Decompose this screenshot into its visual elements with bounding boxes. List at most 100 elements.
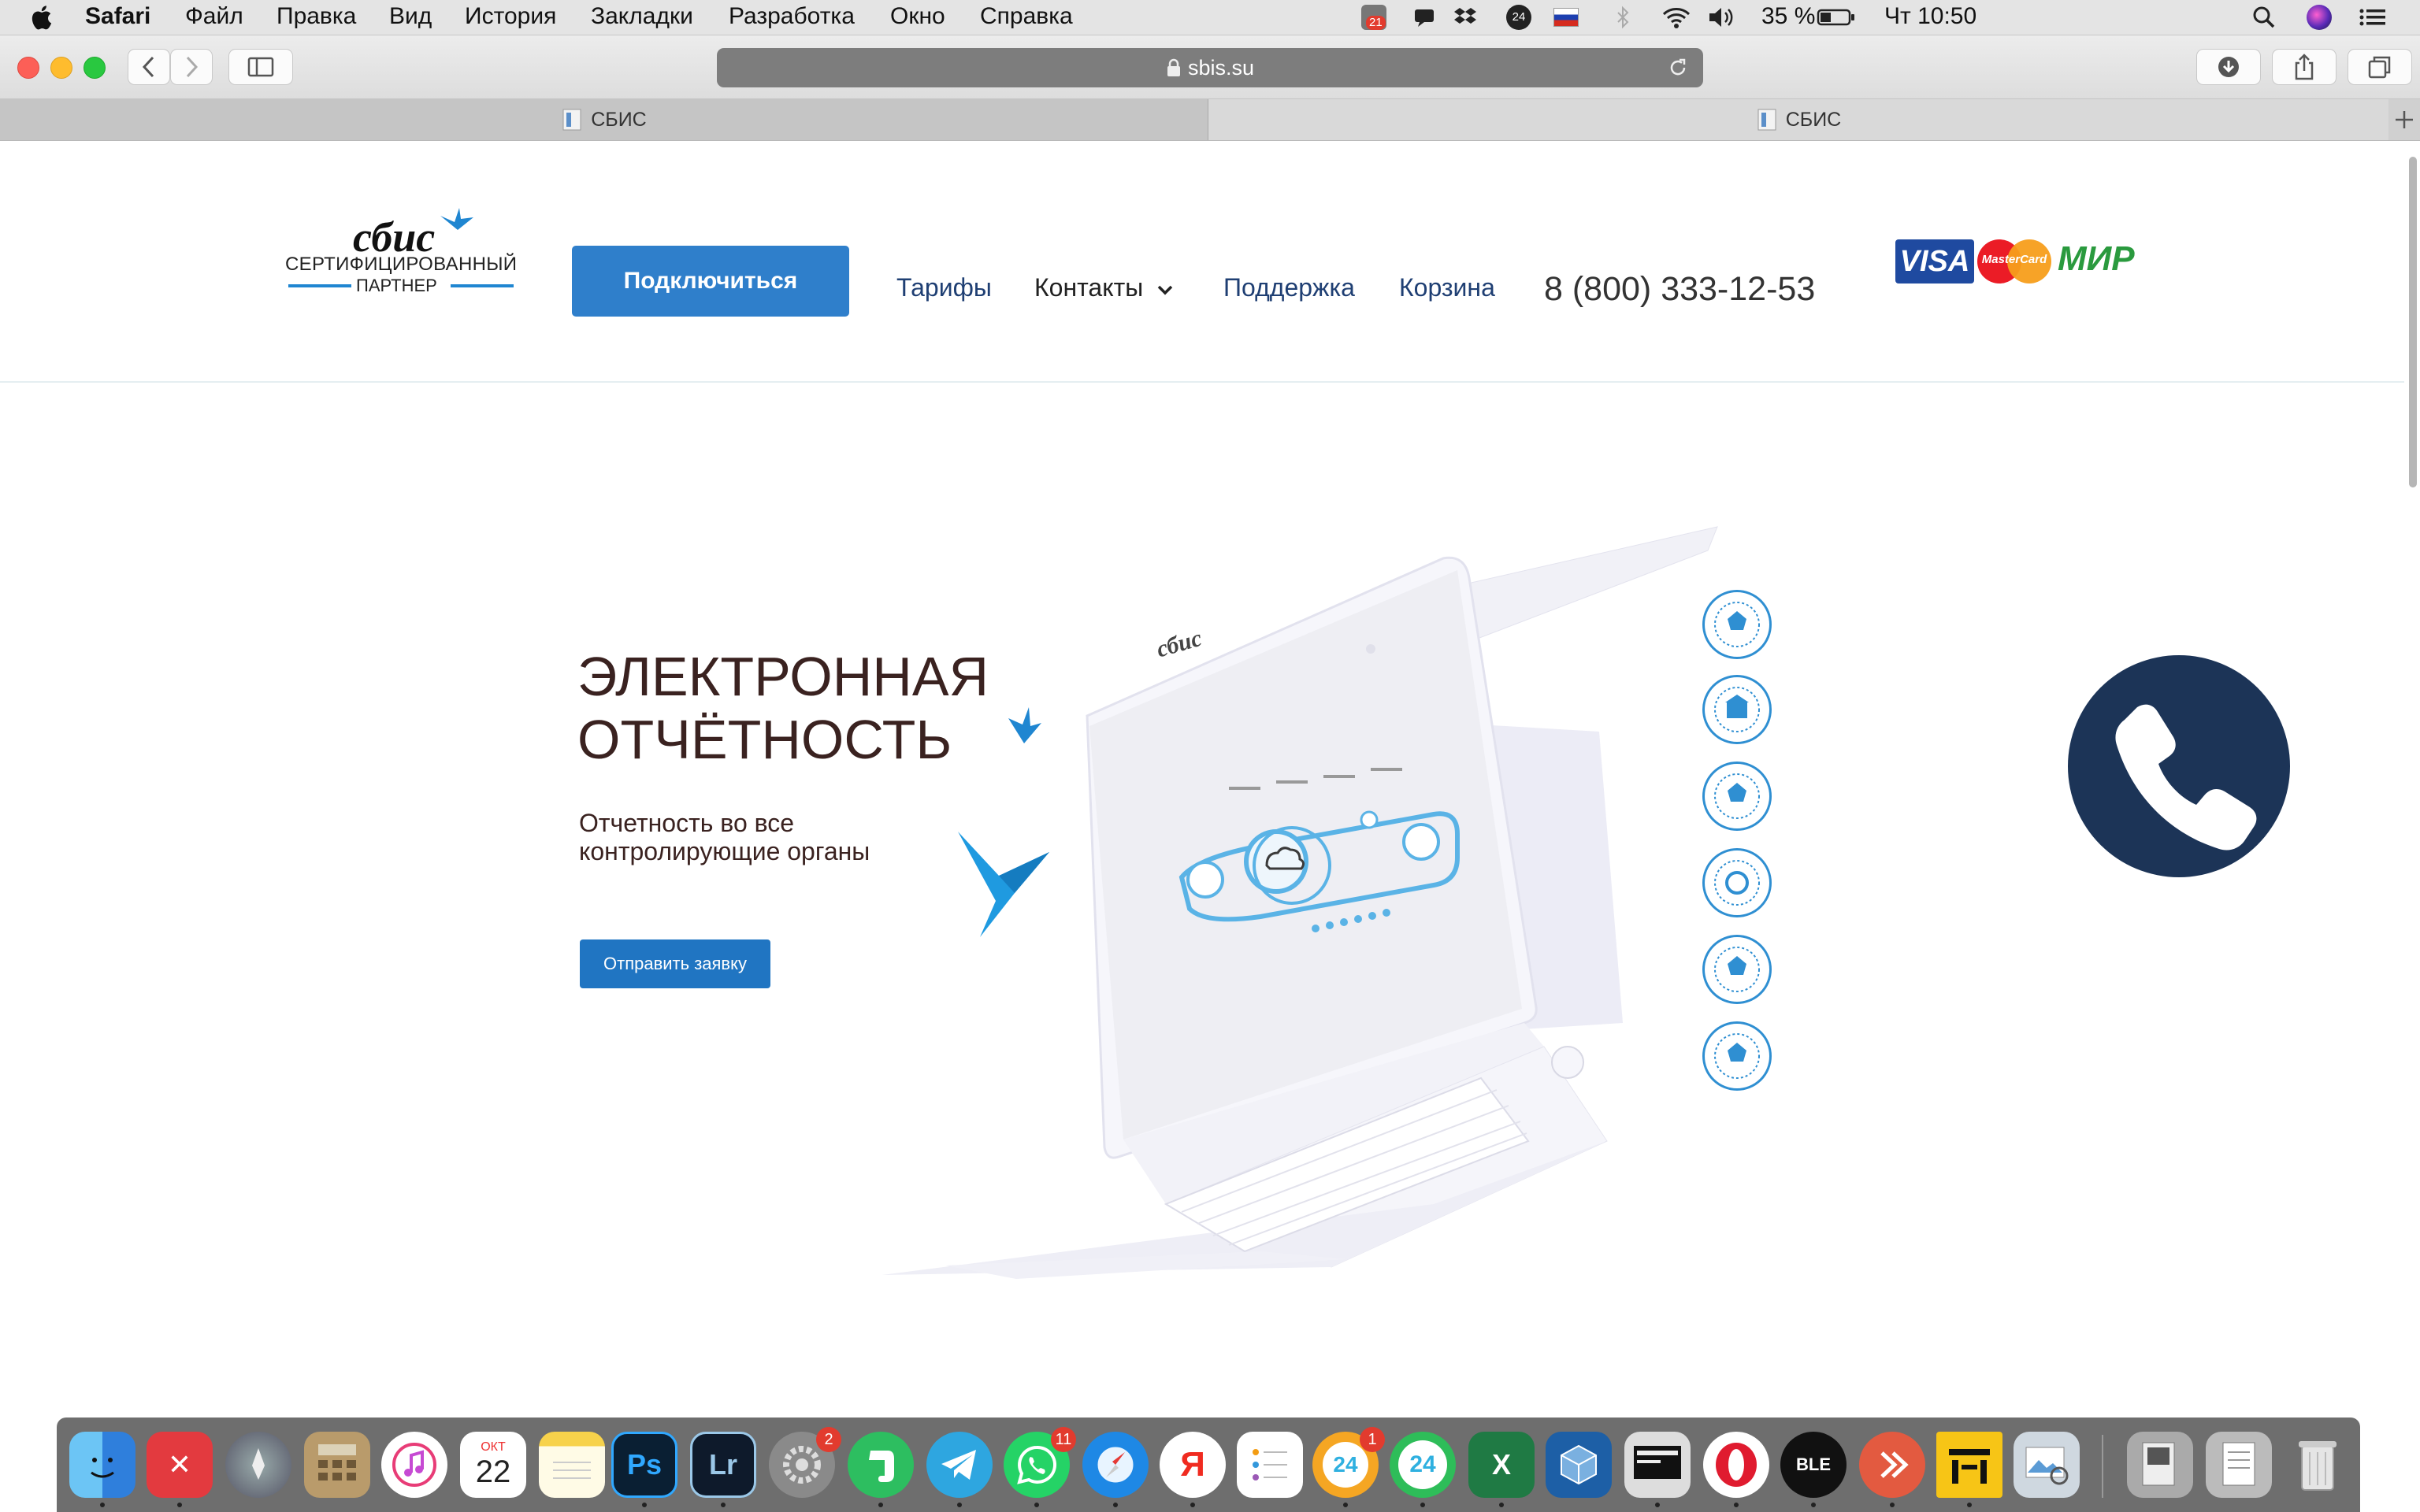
new-tab-button[interactable] xyxy=(2388,99,2420,140)
photoshop-icon[interactable]: Ps xyxy=(611,1432,677,1498)
battery-percent[interactable]: 35 % xyxy=(1761,0,1815,35)
notification-center-icon[interactable] xyxy=(2357,5,2388,30)
calendar-icon[interactable]: ОКТ 22 xyxy=(460,1432,526,1498)
tab-overview-button[interactable] xyxy=(2348,49,2412,85)
calendar-month: ОКТ xyxy=(481,1440,506,1454)
tab-bar: СБИС СБИС xyxy=(0,99,2420,141)
opera-icon[interactable] xyxy=(1703,1432,1769,1498)
back-button[interactable] xyxy=(128,49,170,85)
evernote-icon[interactable] xyxy=(848,1432,914,1498)
minimize-window-button[interactable] xyxy=(50,57,72,79)
notes-icon[interactable] xyxy=(539,1432,605,1498)
clock[interactable]: Чт 10:50 xyxy=(1884,0,1976,35)
nav-contacts[interactable]: Контакты xyxy=(1034,273,1174,302)
tab-sbis-2[interactable]: СБИС xyxy=(1208,99,2388,140)
menu-help[interactable]: Справка xyxy=(980,0,1073,35)
bird-logo-icon xyxy=(440,208,473,230)
nav-cart[interactable]: Корзина xyxy=(1399,273,1495,302)
running-indicator xyxy=(957,1503,962,1507)
battery-icon[interactable] xyxy=(1817,5,1856,30)
lightroom-icon[interactable]: Lr xyxy=(690,1432,756,1498)
callback-button[interactable] xyxy=(2068,655,2290,877)
notification-app-icon[interactable]: 21 xyxy=(1361,5,1386,30)
bluetooth-icon[interactable] xyxy=(1610,5,1635,30)
alcohol-regulation-seal-icon xyxy=(1702,935,1772,1004)
consumer-protection-seal-icon xyxy=(1702,1021,1772,1091)
screenshot-app-icon[interactable] xyxy=(1624,1432,1691,1498)
menu-history[interactable]: История xyxy=(465,0,556,35)
zoom-window-button[interactable] xyxy=(84,57,106,79)
safari-icon[interactable] xyxy=(1082,1432,1149,1498)
whatsapp-icon[interactable]: 11 xyxy=(1004,1427,1076,1498)
plus-icon xyxy=(2396,111,2413,128)
bitrix24-icon[interactable]: 24 xyxy=(1390,1432,1456,1498)
yandex-browser-icon[interactable]: Я xyxy=(1160,1432,1226,1498)
running-indicator xyxy=(1499,1503,1504,1507)
sidebar-toggle-button[interactable] xyxy=(228,49,293,85)
message-bubble-icon[interactable] xyxy=(1412,5,1437,30)
nav-support[interactable]: Поддержка xyxy=(1223,273,1355,302)
running-indicator xyxy=(1034,1503,1039,1507)
tab-sbis-1[interactable]: СБИС xyxy=(0,99,1208,140)
finder-icon[interactable] xyxy=(69,1432,135,1498)
telegram-icon[interactable] xyxy=(926,1432,993,1498)
logo-subtitle: СЕРТИФИЦИРОВАННЫЙ xyxy=(285,254,518,275)
virtualbox-icon[interactable] xyxy=(1546,1432,1612,1498)
russian-flag-icon[interactable] xyxy=(1553,8,1579,27)
chevron-right-icon xyxy=(186,56,199,78)
system-preferences-icon[interactable]: 2 xyxy=(769,1427,841,1498)
menu-view[interactable]: Вид xyxy=(389,0,432,35)
xmind-icon[interactable]: ✕ xyxy=(147,1432,213,1498)
browser-toolbar: sbis.su xyxy=(0,35,2420,99)
menu-edit[interactable]: Правка xyxy=(277,0,356,35)
connect-button[interactable]: Подключиться xyxy=(572,246,849,317)
scrollbar[interactable] xyxy=(2409,157,2417,487)
sketch-like-icon[interactable] xyxy=(1936,1432,2002,1498)
calculator-icon[interactable] xyxy=(304,1432,370,1498)
bitrix24-chat-label: 24 xyxy=(1323,1442,1368,1488)
spotlight-search-icon[interactable] xyxy=(2251,5,2277,30)
close-window-button[interactable] xyxy=(17,57,39,79)
share-button[interactable] xyxy=(2272,49,2336,85)
app-menu[interactable]: Safari xyxy=(85,0,150,35)
forward-button[interactable] xyxy=(170,49,213,85)
preview-icon[interactable] xyxy=(2014,1432,2080,1498)
running-indicator xyxy=(878,1503,883,1507)
bluetooth-explorer-icon[interactable]: BLE xyxy=(1780,1432,1847,1498)
menu-window[interactable]: Окно xyxy=(890,0,945,35)
download-icon xyxy=(2218,57,2239,77)
running-indicator xyxy=(1113,1503,1118,1507)
wifi-icon[interactable] xyxy=(1661,5,1692,30)
menu-file[interactable]: Файл xyxy=(185,0,243,35)
address-bar[interactable]: sbis.su xyxy=(717,48,1703,87)
nav-tariffs[interactable]: Тарифы xyxy=(896,273,992,302)
statistics-service-seal-icon xyxy=(1702,762,1772,831)
submit-request-button[interactable]: Отправить заявку xyxy=(580,939,770,988)
reload-icon[interactable] xyxy=(1667,57,1689,79)
downloads-stack-icon[interactable] xyxy=(2127,1432,2193,1498)
remote-desktop-icon[interactable] xyxy=(1859,1432,1925,1498)
sidebar-icon xyxy=(247,57,274,77)
menu-bookmarks[interactable]: Закладки xyxy=(591,0,693,35)
running-indicator xyxy=(1890,1503,1895,1507)
reminders-icon[interactable] xyxy=(1237,1432,1303,1498)
bitrix24-chat-icon[interactable]: 24 1 xyxy=(1312,1427,1385,1498)
excel-icon[interactable]: X xyxy=(1468,1432,1535,1498)
itunes-icon[interactable] xyxy=(381,1432,447,1498)
downloads-button[interactable] xyxy=(2196,49,2261,85)
lock-icon xyxy=(1167,58,1180,76)
laptop-illustration xyxy=(882,526,1718,1279)
siri-icon[interactable] xyxy=(2307,5,2332,30)
phone-number[interactable]: 8 (800) 333-12-53 xyxy=(1544,270,1815,309)
running-indicator xyxy=(1420,1503,1425,1507)
volume-icon[interactable] xyxy=(1706,5,1738,30)
launchpad-icon[interactable] xyxy=(225,1432,291,1498)
bitrix24-status-icon[interactable]: 24 xyxy=(1506,5,1531,30)
sbis-logo[interactable]: сбис СЕРТИФИЦИРОВАННЫЙ ПАРТНЕР xyxy=(284,208,520,302)
dropbox-icon[interactable] xyxy=(1453,5,1478,30)
apple-icon[interactable] xyxy=(28,3,54,32)
trash-icon[interactable] xyxy=(2285,1432,2351,1498)
menu-develop[interactable]: Разработка xyxy=(729,0,855,35)
system-preferences-badge: 2 xyxy=(816,1427,841,1452)
documents-stack-icon[interactable] xyxy=(2206,1432,2272,1498)
